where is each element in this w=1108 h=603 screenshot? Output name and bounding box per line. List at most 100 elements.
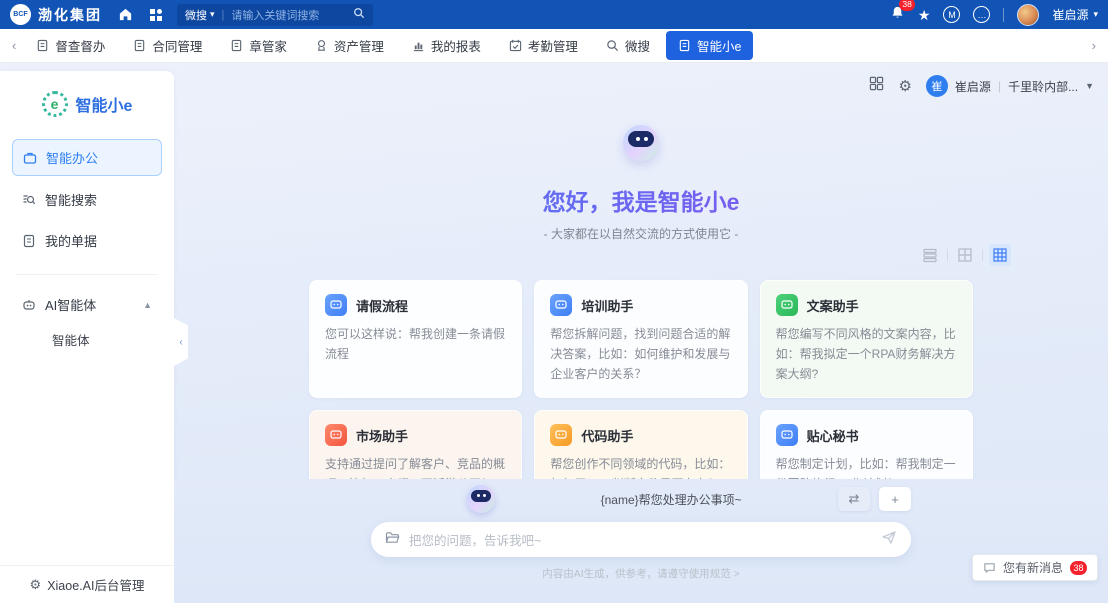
tab-reports[interactable]: 我的报表 [400,31,493,60]
notifications-bell-icon[interactable]: 38 [890,5,905,25]
sidebar-item-agent[interactable]: 智能体 [0,322,174,357]
sidebar-collapse-handle[interactable]: ‹ [174,318,188,366]
tab-label: 章管家 [249,36,287,55]
divider [1003,8,1004,22]
card-training-assistant[interactable]: 培训助手 帮您拆解问题，找到问题合适的解决答案，比如：如何维护和发展与企业客户的… [534,280,747,398]
user-avatar[interactable] [1017,4,1039,26]
card-description: 帮您拆解问题，找到问题合适的解决答案，比如：如何维护和发展与企业客户的关系？ [550,325,731,384]
chat-dock: {name}帮您处理办公事项~ ⇄ + 把您的问题，告诉我吧~ [174,479,1108,603]
toast-text: 您有新消息 [1003,559,1063,576]
card-copywriting-assistant[interactable]: 文案助手 帮您编写不同风格的文案内容，比如：帮我拟定一个RPA财务解决方案大纲? [760,280,973,398]
user-name: 崔启源 [955,78,991,95]
monogram-icon[interactable]: M [943,6,960,23]
current-user-chip[interactable]: 崔 崔启源 | 千里聆内部... ▼ [926,75,1094,97]
sidebar-group-ai-agents[interactable]: AI智能体 ▲ [0,287,174,322]
list-view-icon[interactable] [919,244,941,266]
card-title: 请假流程 [356,296,408,315]
scroll-right-icon[interactable]: › [1088,38,1100,53]
assistant-robot-icon [623,125,659,161]
briefcase-icon [23,151,37,165]
card-title: 文案助手 [807,296,859,315]
org-name: 千里聆内部... [1008,78,1078,95]
send-icon[interactable] [881,529,897,550]
chevron-up-icon[interactable]: ▲ [143,300,152,310]
apps-grid-icon[interactable] [149,8,163,22]
grid3-view-icon[interactable] [989,244,1011,266]
scroll-left-icon[interactable]: ‹ [8,38,20,53]
topbar-actions: 38 ★ M … 崔启源 ▾ [890,4,1098,26]
divider: | [998,79,1001,93]
tab-contracts[interactable]: 合同管理 [121,31,214,60]
sidebar-item-smart-search[interactable]: 智能搜索 [12,182,162,217]
robot-icon [22,298,36,312]
chat-bubble-icon [776,424,798,446]
search-icon[interactable] [353,7,365,22]
tab-label: 督查督办 [55,36,105,55]
tab-label: 我的报表 [431,36,481,55]
assistant-robot-icon [467,485,495,513]
sidebar-item-smart-office[interactable]: 智能办公 [12,139,162,176]
tab-attendance[interactable]: 考勤管理 [497,31,590,60]
sidebar-admin-label: Xiaoe.AI后台管理 [47,575,144,594]
gear-icon: ⚙ [30,577,42,593]
avatar: 崔 [926,75,948,97]
tab-inspection[interactable]: 督查督办 [24,31,117,60]
user-name: 崔启源 [1052,6,1088,23]
app-window: BCF 渤化集团 微搜 ▾ | 请输入关键词搜索 38 ★ M … [0,0,1108,603]
tab-label: 考勤管理 [528,36,578,55]
grid2-view-icon[interactable] [954,244,976,266]
switch-assistant-button[interactable]: ⇄ [838,487,870,511]
sidebar: e 智能小e 智能办公 智能搜索 我的单据 A [0,71,174,603]
chat-bubble-icon [325,294,347,316]
tab-label: 智能小e [697,36,741,55]
top-bar: BCF 渤化集团 微搜 ▾ | 请输入关键词搜索 38 ★ M … [0,0,1108,29]
bell-badge: 38 [899,0,914,11]
settings-gear-icon[interactable]: ⚙ [898,77,911,95]
greeting-subtitle: - 大家都在以自然交流的方式使用它 - [174,225,1108,242]
card-title: 市场助手 [356,426,408,445]
workspace: e 智能小e 智能办公 智能搜索 我的单据 A [0,63,1108,603]
card-leave-workflow[interactable]: 请假流程 您可以这样说：帮我创建一条请假流程 [309,280,522,398]
tab-label: 资产管理 [334,36,384,55]
new-message-toast[interactable]: 您有新消息 38 [972,554,1098,581]
card-description: 您可以这样说：帮我创建一条请假流程 [325,325,506,365]
home-icon[interactable] [118,7,133,22]
layout-grid-icon[interactable] [869,76,884,96]
user-menu[interactable]: 崔启源 ▾ [1052,6,1098,23]
tab-xiaoe-active[interactable]: 智能小e [666,31,753,60]
new-chat-button[interactable]: + [879,487,911,511]
chat-bubble-icon [550,294,572,316]
chevron-down-icon: ▾ [1093,9,1098,20]
company-name: 渤化集团 [38,5,102,25]
chevron-down-icon: ▾ [210,9,215,20]
sidebar-group-label: AI智能体 [45,295,96,314]
chat-bubble-icon [325,424,347,446]
tab-wesearch[interactable]: 微搜 [594,31,662,60]
favorites-star-icon[interactable]: ★ [918,8,931,22]
chevron-down-icon: ▼ [1085,81,1094,91]
ai-disclaimer[interactable]: 内容由AI生成，供参考，请遵守使用规范 > [371,566,911,581]
divider: | [222,9,225,21]
chat-input[interactable]: 把您的问题，告诉我吧~ [409,530,872,549]
assistant-row: {name}帮您处理办公事项~ ⇄ + [371,479,911,513]
tab-seal-manager[interactable]: 章管家 [218,31,299,60]
sidebar-logo-text: 智能小e [76,92,133,116]
sidebar-item-label: 我的单据 [45,231,97,250]
card-title: 代码助手 [581,426,633,445]
search-scope-select[interactable]: 微搜 ▾ [185,7,215,23]
app-tabs-bar: ‹ 督查督办 合同管理 章管家 资产管理 我的报表 考勤管理 微搜 [0,29,1108,63]
global-search[interactable]: 微搜 ▾ | 请输入关键词搜索 [177,4,373,26]
sidebar-admin-link[interactable]: ⚙ Xiaoe.AI后台管理 [0,565,174,603]
search-input[interactable]: 请输入关键词搜索 [231,7,353,23]
attach-folder-icon[interactable] [385,531,400,549]
chat-input-bar[interactable]: 把您的问题，告诉我吧~ [371,522,911,557]
sidebar-item-label: 智能办公 [46,148,98,167]
sidebar-item-my-documents[interactable]: 我的单据 [12,223,162,258]
card-description: 帮您编写不同风格的文案内容，比如：帮我拟定一个RPA财务解决方案大纲? [776,325,957,384]
more-options-icon[interactable]: … [973,6,990,23]
main-content: ⚙ 崔 崔启源 | 千里聆内部... ▼ 您好，我是智能小e - 大家都在以自然… [174,63,1108,603]
tab-label: 微搜 [625,36,650,55]
tab-assets[interactable]: 资产管理 [303,31,396,60]
message-icon [983,561,996,574]
divider [982,249,983,261]
